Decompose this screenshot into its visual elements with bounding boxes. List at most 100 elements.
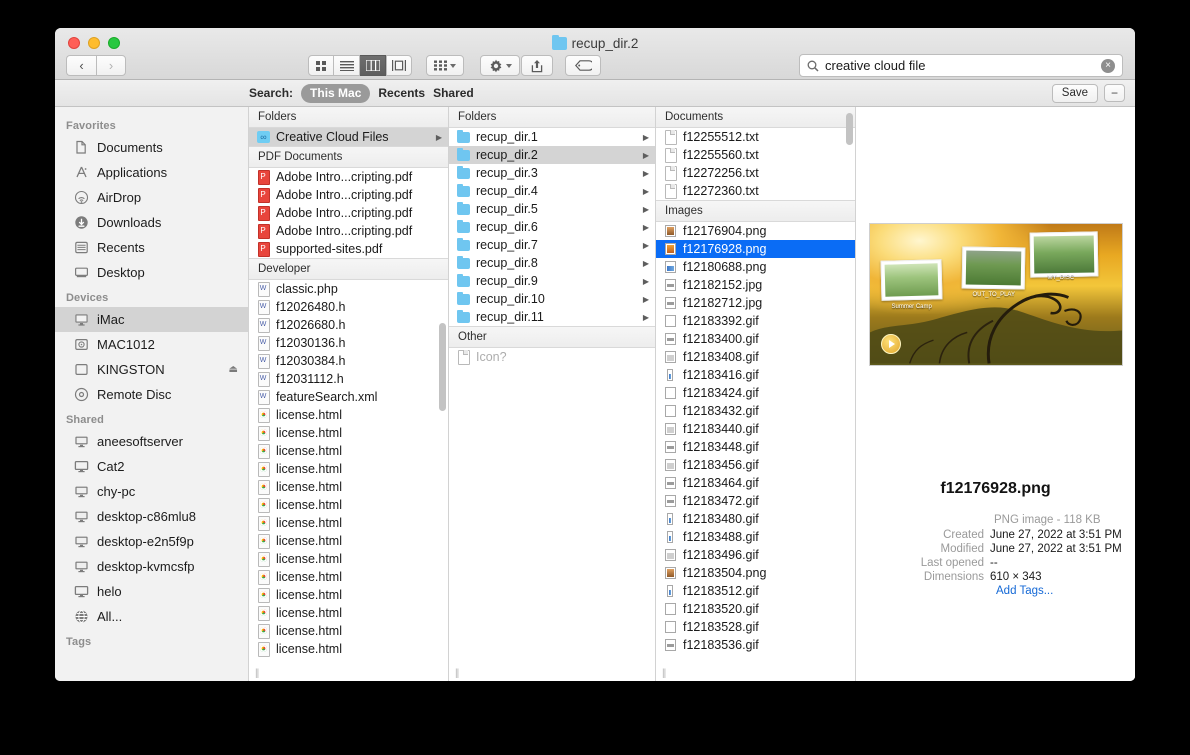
file-row[interactable]: license.html [249,514,448,532]
file-row[interactable]: f12030136.h [249,334,448,352]
file-row[interactable]: license.html [249,496,448,514]
sidebar[interactable]: Favorites Documents Applications AirDrop Dow… [55,107,249,681]
file-row[interactable]: f12255560.txt [656,146,855,164]
file-row[interactable]: recup_dir.5 ▶ [449,200,655,218]
gallery-view-button[interactable] [386,55,412,76]
action-gear-button[interactable] [480,55,520,76]
file-row[interactable]: f12183528.gif [656,618,855,636]
file-row[interactable]: license.html [249,424,448,442]
file-row[interactable]: license.html [249,586,448,604]
file-row[interactable]: license.html [249,622,448,640]
sidebar-item-kingston[interactable]: KINGSTON ⏏ [55,357,248,382]
file-row[interactable]: f12182712.jpg [656,294,855,312]
column-view-button[interactable] [360,55,386,76]
disclosure-arrow-icon[interactable]: ▶ [643,223,649,232]
file-row[interactable]: f12183464.gif [656,474,855,492]
share-button[interactable] [521,55,553,76]
file-row[interactable]: license.html [249,550,448,568]
disclosure-arrow-icon[interactable]: ▶ [643,169,649,178]
file-row[interactable]: f12183440.gif [656,420,855,438]
scrollbar-thumb[interactable] [846,113,853,145]
scrollbar-thumb[interactable] [439,323,446,411]
file-row[interactable]: recup_dir.4 ▶ [449,182,655,200]
sidebar-item-helo[interactable]: helo [55,579,248,604]
file-row[interactable]: recup_dir.10 ▶ [449,290,655,308]
sidebar-item-applications[interactable]: Applications [55,160,248,185]
file-row[interactable]: Creative Cloud Files ▶ [249,128,448,146]
file-row[interactable]: f12026480.h [249,298,448,316]
disclosure-arrow-icon[interactable]: ▶ [643,313,649,322]
file-row[interactable]: license.html [249,640,448,658]
sidebar-item-desktop[interactable]: Desktop [55,260,248,285]
search-input[interactable] [825,58,1095,73]
file-row[interactable]: f12183400.gif [656,330,855,348]
file-row[interactable]: featureSearch.xml [249,388,448,406]
file-row[interactable]: recup_dir.6 ▶ [449,218,655,236]
eject-icon[interactable]: ⏏ [229,364,238,375]
file-row[interactable]: recup_dir.3 ▶ [449,164,655,182]
file-row[interactable]: f12030384.h [249,352,448,370]
file-row[interactable]: f12183424.gif [656,384,855,402]
sidebar-item-chy-pc[interactable]: chy-pc [55,479,248,504]
file-row[interactable]: f12183512.gif [656,582,855,600]
sidebar-item-all[interactable]: All... [55,604,248,629]
sidebar-item-airdrop[interactable]: AirDrop [55,185,248,210]
file-row[interactable]: f12183480.gif [656,510,855,528]
column-1-scrollbar[interactable] [439,297,446,667]
column-2-resize-handle[interactable]: || [449,668,655,679]
sidebar-item-recents[interactable]: Recents [55,235,248,260]
file-row[interactable]: f12026680.h [249,316,448,334]
file-row[interactable]: f12183472.gif [656,492,855,510]
file-row[interactable]: license.html [249,568,448,586]
file-row[interactable]: Adobe Intro...cripting.pdf [249,222,448,240]
file-row[interactable]: license.html [249,406,448,424]
file-row[interactable]: supported-sites.pdf [249,240,448,258]
file-row[interactable]: f12183536.gif [656,636,855,654]
file-row[interactable]: f12180688.png [656,258,855,276]
file-row[interactable]: license.html [249,604,448,622]
file-row[interactable]: Adobe Intro...cripting.pdf [249,186,448,204]
sidebar-item-aneesoftserver[interactable]: aneesoftserver [55,429,248,454]
scope-recents[interactable]: Recents [378,86,425,100]
file-row[interactable]: Adobe Intro...cripting.pdf [249,168,448,186]
sidebar-item-remote-disc[interactable]: Remote Disc [55,382,248,407]
file-row[interactable]: recup_dir.8 ▶ [449,254,655,272]
back-button[interactable]: ‹ [66,55,96,76]
column-1-resize-handle[interactable]: || [249,668,448,679]
disclosure-arrow-icon[interactable]: ▶ [643,259,649,268]
file-row[interactable]: f12272360.txt [656,182,855,200]
add-tags-link[interactable]: Add Tags... [996,585,1135,597]
file-row[interactable]: f12183448.gif [656,438,855,456]
disclosure-arrow-icon[interactable]: ▶ [643,277,649,286]
clear-search-icon[interactable]: × [1101,58,1115,73]
save-search-button[interactable]: Save [1051,83,1098,103]
disclosure-arrow-icon[interactable]: ▶ [643,241,649,250]
tags-button[interactable] [565,55,601,76]
sidebar-item-downloads[interactable]: Downloads [55,210,248,235]
file-row[interactable]: f12182152.jpg [656,276,855,294]
disclosure-arrow-icon[interactable]: ▶ [436,133,442,142]
scope-this-mac[interactable]: This Mac [301,83,371,103]
disclosure-arrow-icon[interactable]: ▶ [643,295,649,304]
file-row[interactable]: recup_dir.9 ▶ [449,272,655,290]
disclosure-arrow-icon[interactable]: ▶ [643,205,649,214]
file-row[interactable]: f12183416.gif [656,366,855,384]
file-row[interactable]: classic.php [249,280,448,298]
scope-shared[interactable]: Shared [433,86,474,100]
sidebar-item-desktop-kvmcsfp[interactable]: desktop-kvmcsfp [55,554,248,579]
list-view-button[interactable] [334,55,360,76]
file-row[interactable]: recup_dir.7 ▶ [449,236,655,254]
column-3-scrollbar[interactable] [846,111,853,651]
icon-view-button[interactable] [308,55,334,76]
search-field[interactable]: × [799,54,1123,77]
group-by-button[interactable] [426,55,464,76]
file-row[interactable]: f12255512.txt [656,128,855,146]
column-1[interactable]: Folders Creative Cloud Files ▶ PDF Document… [249,107,449,681]
file-row[interactable]: f12183456.gif [656,456,855,474]
file-row[interactable]: f12183488.gif [656,528,855,546]
column-2[interactable]: Folders recup_dir.1 ▶ recup_dir.2 ▶ recup_dir… [449,107,656,681]
sidebar-item-desktop-c86mlu8[interactable]: desktop-c86mlu8 [55,504,248,529]
file-row[interactable]: Adobe Intro...cripting.pdf [249,204,448,222]
column-3[interactable]: Documents f12255512.txt f12255560.txt f1227… [656,107,856,681]
sidebar-item-cat2[interactable]: Cat2 [55,454,248,479]
